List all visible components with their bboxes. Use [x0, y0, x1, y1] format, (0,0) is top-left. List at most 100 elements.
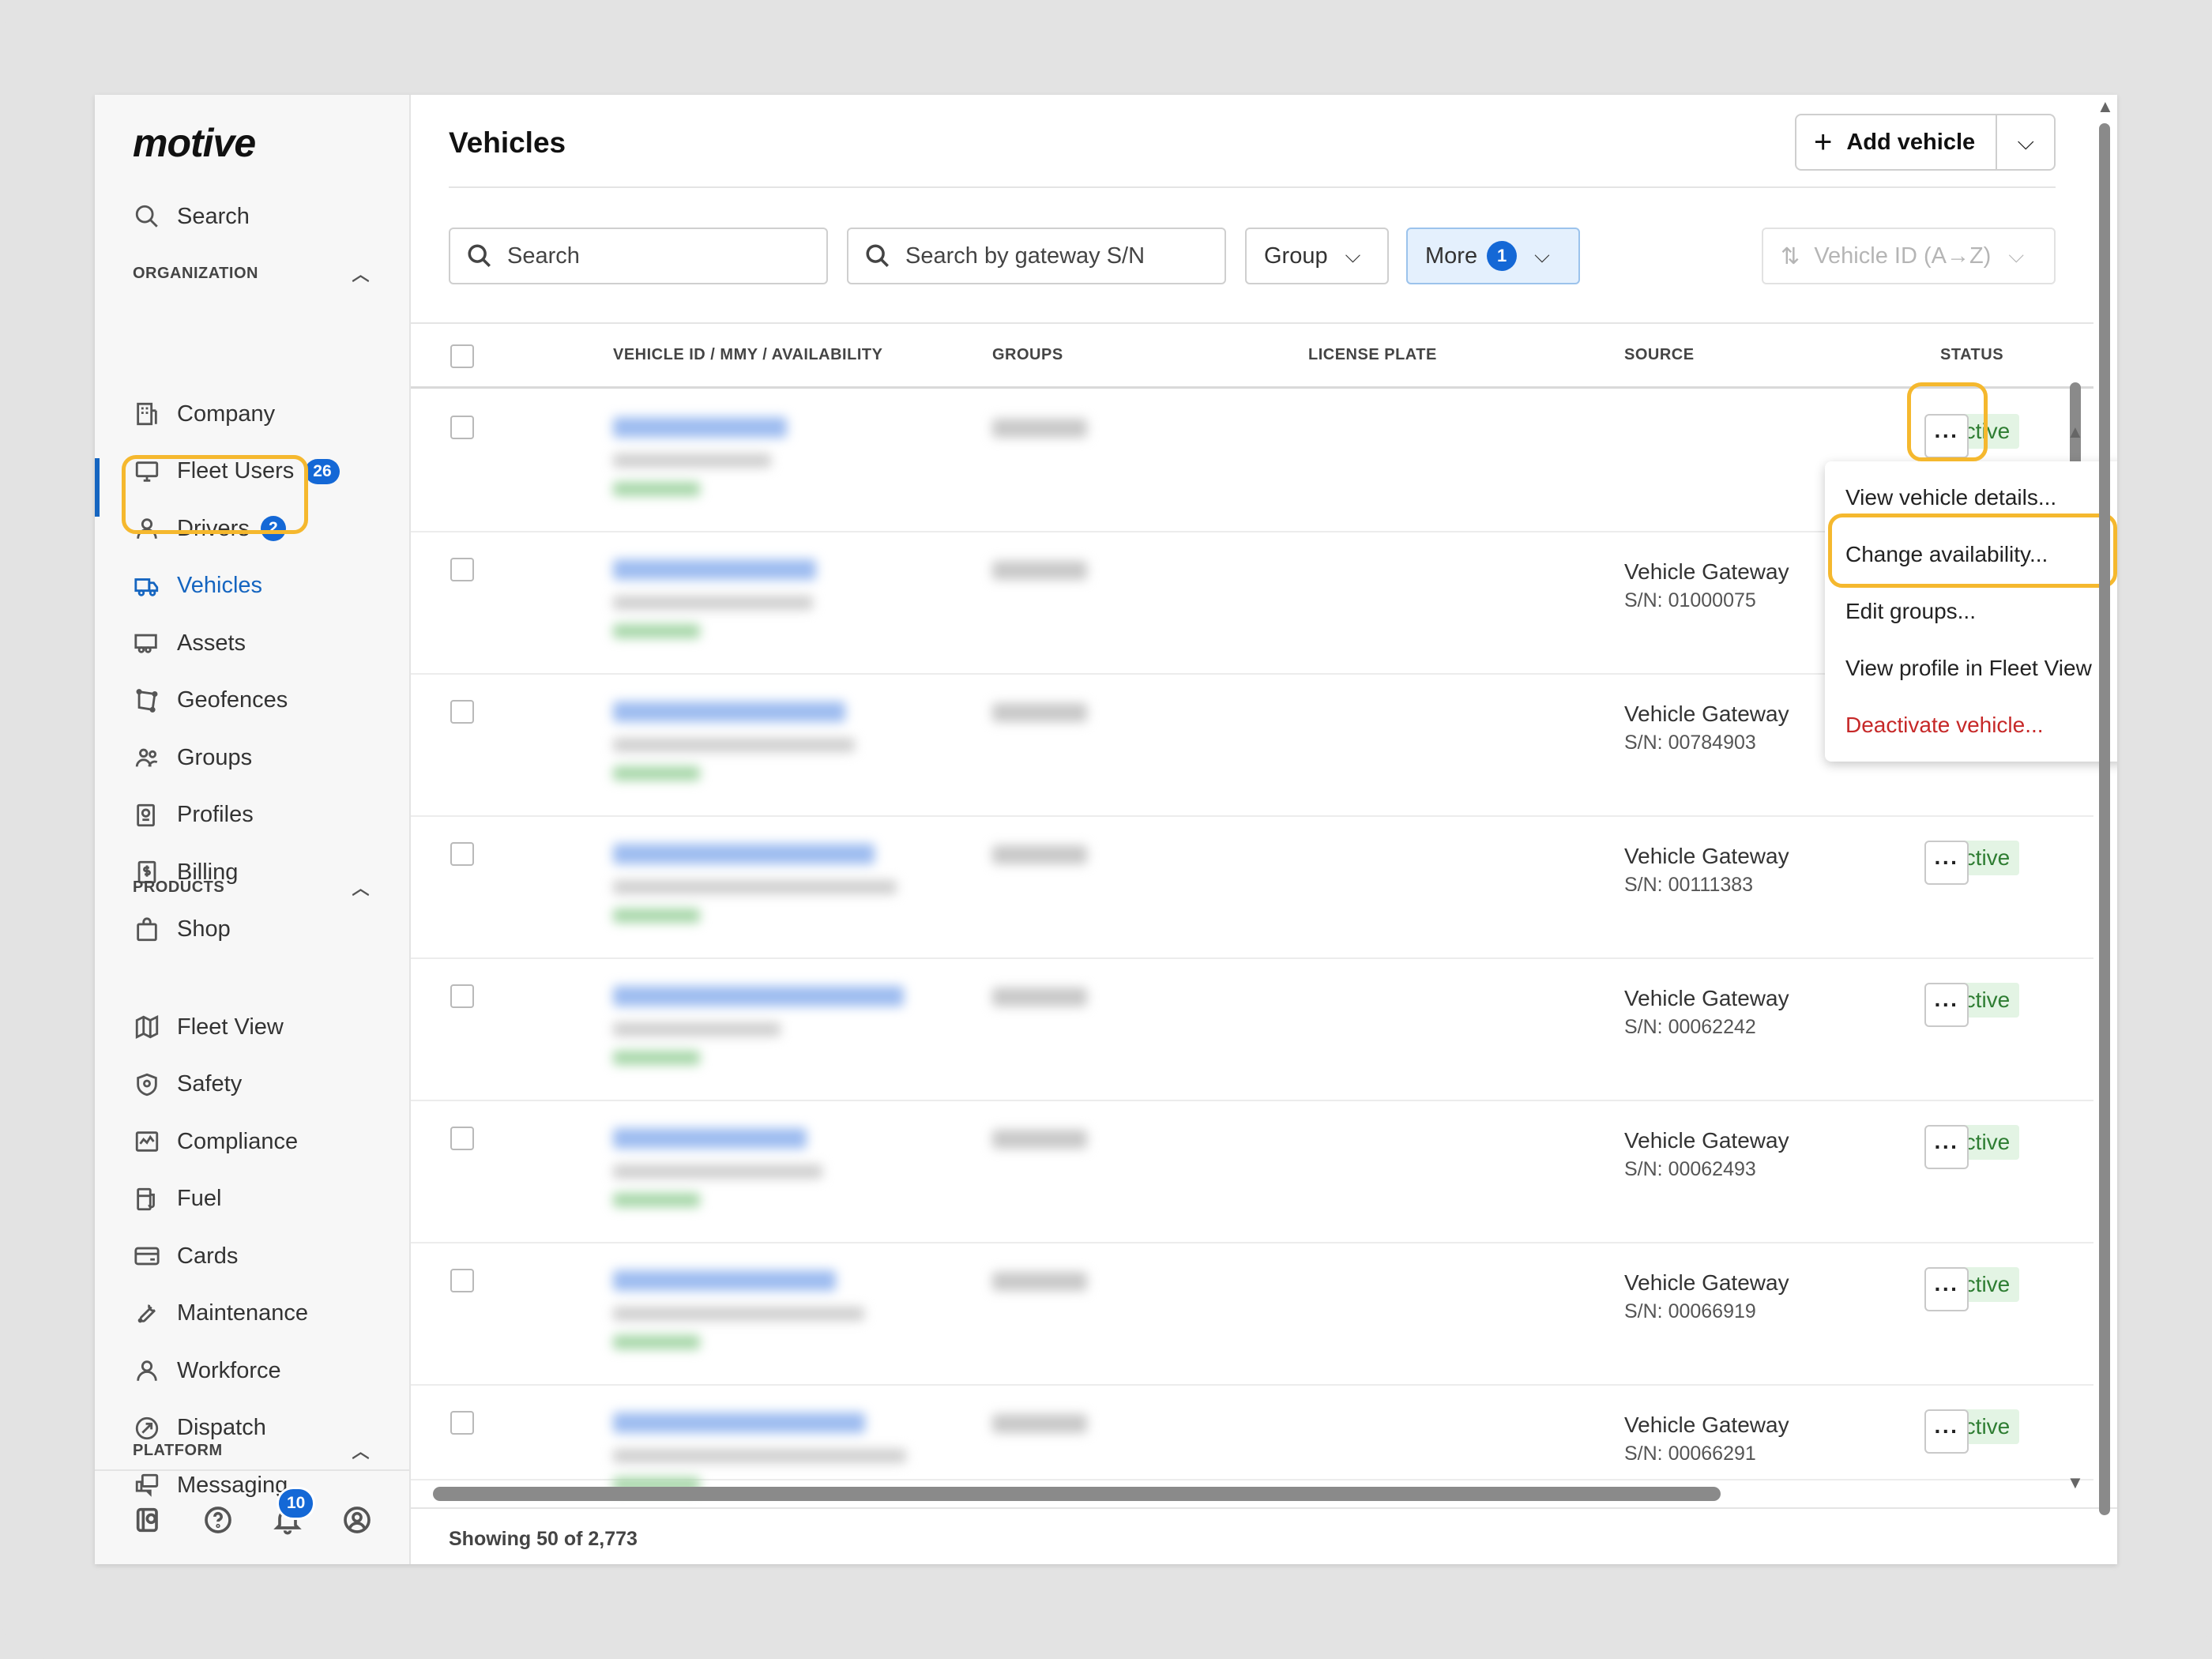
sidebar-item-fleet-view[interactable]: Fleet View — [133, 1006, 284, 1048]
source-type: Vehicle Gateway — [1624, 559, 1789, 584]
sidebar-item-label: Geofences — [177, 687, 288, 713]
gateway-search-placeholder: Search by gateway S/N — [905, 243, 1146, 269]
column-license-plate[interactable]: LICENSE PLATE — [1308, 346, 1437, 364]
motive-logo[interactable]: motive — [133, 120, 256, 166]
row-checkbox[interactable] — [450, 1127, 474, 1150]
column-groups[interactable]: GROUPS — [992, 346, 1063, 364]
gateway-serial: S/N: 00111383 — [1624, 874, 1754, 896]
table-row[interactable]: Vehicle Gateway S/N: 00062242 Active ··· — [411, 959, 2094, 1101]
vehicle-mmy-redacted — [613, 1449, 906, 1463]
column-status[interactable]: STATUS — [1940, 346, 2003, 364]
row-checkbox[interactable] — [450, 842, 474, 866]
vehicle-mmy-redacted — [613, 738, 855, 752]
account-icon[interactable] — [341, 1504, 373, 1536]
count-badge: 26 — [305, 458, 340, 484]
sidebar-item-company[interactable]: Company — [133, 393, 275, 434]
help-icon[interactable] — [202, 1504, 234, 1536]
section-organization[interactable]: ORGANIZATION ︿ — [133, 261, 370, 286]
vehicle-availability-redacted — [613, 766, 700, 781]
vehicle-id-link-redacted[interactable] — [613, 417, 787, 438]
page-scroll-up-arrow[interactable]: ▲ — [2097, 96, 2114, 117]
chevron-up-icon: ︿ — [352, 878, 370, 898]
vehicles-highlight — [122, 455, 308, 534]
table-footer: Showing 50 of 2,773 — [411, 1507, 2117, 1564]
row-checkbox[interactable] — [450, 984, 474, 1008]
group-filter[interactable]: Group ⌵ — [1245, 228, 1389, 284]
section-platform[interactable]: PLATFORM ︿ — [133, 1438, 370, 1463]
sidebar-search[interactable]: Search — [133, 196, 250, 237]
menu-view-details[interactable]: View vehicle details... — [1845, 485, 2056, 510]
search-input[interactable]: Search — [449, 228, 828, 284]
row-checkbox[interactable] — [450, 558, 474, 581]
row-checkbox[interactable] — [450, 1411, 474, 1435]
vehicle-mmy-redacted — [613, 1164, 822, 1179]
menu-deactivate[interactable]: Deactivate vehicle... — [1845, 713, 2044, 738]
sidebar-item-profiles[interactable]: Profiles — [133, 795, 254, 836]
sidebar-item-maintenance[interactable]: Maintenance — [133, 1293, 308, 1334]
section-products-label: PRODUCTS — [133, 878, 225, 896]
sidebar-item-label: Assets — [177, 630, 246, 656]
sidebar-item-groups[interactable]: Groups — [133, 737, 252, 778]
more-filters-label: More — [1425, 243, 1478, 269]
row-actions-button[interactable]: ··· — [1924, 1267, 1969, 1311]
vehicle-mmy-redacted — [613, 1022, 781, 1036]
vehicle-id-link-redacted[interactable] — [613, 1270, 836, 1291]
sidebar-item-fuel[interactable]: Fuel — [133, 1179, 221, 1220]
shopping-bag-icon — [133, 916, 161, 944]
column-source[interactable]: SOURCE — [1624, 346, 1695, 364]
sort-label: Vehicle ID (A→Z) — [1814, 243, 1992, 269]
row-actions-button[interactable]: ··· — [1924, 983, 1969, 1027]
scroll-down-arrow[interactable]: ▼ — [2067, 1473, 2084, 1493]
vehicle-id-link-redacted[interactable] — [613, 986, 904, 1006]
sidebar-item-label: Company — [177, 401, 276, 427]
add-vehicle-dropdown[interactable]: ⌵ — [1997, 130, 2054, 156]
table-row[interactable]: Vehicle Gateway S/N: 00062493 Active ··· — [411, 1101, 2094, 1243]
column-vehicle-id[interactable]: VEHICLE ID / MMY / AVAILABILITY — [613, 346, 882, 364]
sidebar-item-assets[interactable]: Assets — [133, 623, 246, 664]
row-checkbox[interactable] — [450, 1269, 474, 1292]
vehicle-id-link-redacted[interactable] — [613, 702, 845, 722]
vehicle-id-link-redacted[interactable] — [613, 1128, 807, 1149]
book-icon[interactable] — [133, 1504, 164, 1536]
sidebar-item-vehicles[interactable]: Vehicles — [133, 566, 262, 607]
sidebar-search-label: Search — [177, 203, 250, 229]
vehicle-id-link-redacted[interactable] — [613, 844, 875, 864]
search-icon — [466, 243, 493, 269]
source-type: Vehicle Gateway — [1624, 986, 1789, 1010]
row-checkbox[interactable] — [450, 700, 474, 724]
row-checkbox[interactable] — [450, 416, 474, 439]
sidebar-item-cards[interactable]: Cards — [133, 1236, 238, 1277]
screenshot-frame: motive Search ORGANIZATION ︿ Company Flee… — [0, 0, 2212, 1659]
chevron-up-icon: ︿ — [352, 265, 370, 284]
scroll-up-arrow[interactable]: ▲ — [2067, 422, 2084, 442]
vehicle-id-link-redacted[interactable] — [613, 559, 816, 580]
page-vertical-scrollbar[interactable] — [2099, 123, 2110, 1515]
add-vehicle-button[interactable]: + Add vehicle — [1796, 115, 1998, 169]
menu-view-in-fleet-view[interactable]: View profile in Fleet View — [1845, 656, 2092, 681]
sidebar-item-geofences[interactable]: Geofences — [133, 680, 288, 721]
row-actions-button[interactable]: ··· — [1924, 1125, 1969, 1169]
vehicle-group-redacted — [992, 419, 1087, 438]
horizontal-scrollbar[interactable] — [433, 1487, 1721, 1501]
vehicle-id-link-redacted[interactable] — [613, 1413, 865, 1433]
menu-edit-groups[interactable]: Edit groups... — [1845, 599, 1976, 624]
row-actions-menu: View vehicle details... Change availabil… — [1825, 461, 2117, 762]
sidebar-item-compliance[interactable]: Compliance — [133, 1121, 298, 1162]
sort-dropdown[interactable]: ⇅ Vehicle ID (A→Z) ⌵ — [1762, 228, 2056, 284]
table-row[interactable]: Vehicle Gateway S/N: 00066291 Active ··· — [411, 1386, 2094, 1492]
section-products[interactable]: PRODUCTS ︿ — [133, 875, 370, 900]
sidebar-item-shop[interactable]: Shop — [133, 909, 231, 950]
more-filters-button[interactable]: More 1 ⌵ — [1406, 228, 1580, 284]
table-row[interactable]: Vehicle Gateway S/N: 00111383 Active ··· — [411, 817, 2094, 959]
sidebar: motive Search ORGANIZATION ︿ Company Flee… — [95, 95, 411, 1564]
gateway-serial: S/N: 01000075 — [1624, 589, 1756, 611]
sidebar-item-workforce[interactable]: Workforce — [133, 1350, 281, 1391]
table-row[interactable]: Vehicle Gateway S/N: 00066919 Active ··· — [411, 1243, 2094, 1386]
sidebar-item-safety[interactable]: Safety — [133, 1064, 242, 1105]
gateway-serial: S/N: 00066919 — [1624, 1300, 1756, 1322]
gateway-search-input[interactable]: Search by gateway S/N — [847, 228, 1226, 284]
shield-icon — [133, 1070, 161, 1099]
row-actions-button[interactable]: ··· — [1924, 841, 1969, 885]
row-actions-button[interactable]: ··· — [1924, 1409, 1969, 1454]
select-all-checkbox[interactable] — [450, 344, 474, 368]
